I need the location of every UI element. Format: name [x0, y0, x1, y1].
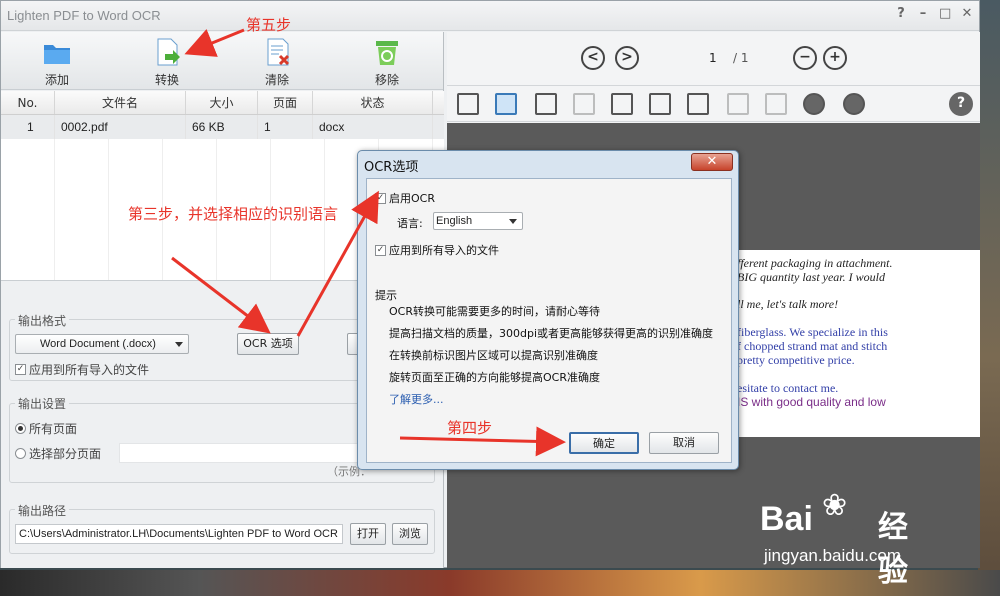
- annotation-arrows: [171, 28, 566, 457]
- watermark-brand: Bai: [760, 500, 813, 538]
- arrow-to-ocr-button: [171, 256, 271, 334]
- arrow-to-ok: [399, 426, 566, 457]
- paw-icon: ❀: [822, 488, 848, 523]
- arrow-to-enable-ocr: [296, 190, 379, 337]
- watermark-url: jingyan.baidu.com: [764, 546, 902, 565]
- arrow-step5: [184, 28, 245, 57]
